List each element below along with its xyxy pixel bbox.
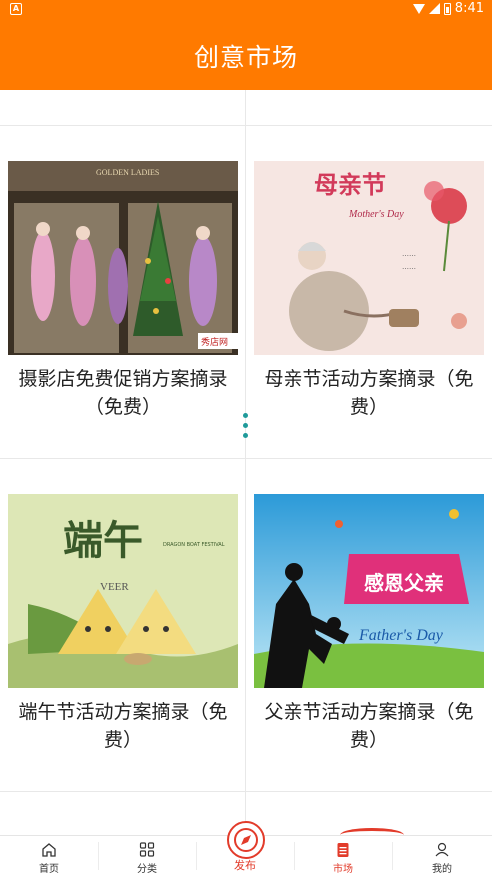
dragon-title-text: 端午 bbox=[63, 518, 143, 564]
shop-watermark-text: 秀店网 bbox=[201, 336, 228, 348]
fathers-sub-text: Father's Day bbox=[358, 627, 444, 644]
card-title: 父亲节活动方案摘录（免费） bbox=[264, 701, 474, 751]
grid-divider bbox=[0, 458, 492, 459]
card-title: 端午节活动方案摘录（免费） bbox=[18, 701, 228, 751]
tab-label: 我的 bbox=[432, 864, 452, 875]
document-icon bbox=[337, 843, 349, 857]
scroll-indicator bbox=[243, 413, 248, 443]
dragon-brand-text: VEER bbox=[100, 581, 129, 593]
battery-icon bbox=[443, 2, 451, 15]
fathers-title-text: 感恩父亲 bbox=[364, 571, 444, 595]
product-card[interactable]: 端午 DRAGON BOAT FESTIVAL VEER 端午节活动方案摘录（免… bbox=[0, 494, 246, 784]
card-image: GOLDEN LADIES 秀店网 bbox=[8, 161, 238, 355]
compass-icon bbox=[234, 828, 258, 852]
mothers-title-text: 母亲节 bbox=[314, 171, 386, 199]
mothers-sub-text: Mother's Day bbox=[348, 209, 404, 220]
card-image: 感恩父亲 Father's Day bbox=[254, 494, 484, 688]
signal-icon bbox=[428, 3, 440, 14]
tab-home[interactable]: 首页 bbox=[0, 836, 98, 876]
tab-label: 首页 bbox=[39, 864, 59, 875]
header: 创意市场 bbox=[0, 20, 492, 90]
tab-category[interactable]: 分类 bbox=[98, 836, 196, 876]
dragon-sub-text: DRAGON BOAT FESTIVAL bbox=[163, 542, 225, 548]
page-title: 创意市场 bbox=[193, 43, 298, 72]
grid-divider bbox=[0, 791, 492, 792]
profile-icon bbox=[435, 842, 449, 857]
app-notification-icon: A bbox=[10, 3, 22, 15]
status-icons: 8:41 bbox=[412, 1, 484, 16]
status-bar: A 8:41 bbox=[0, 0, 492, 20]
product-card[interactable]: GOLDEN LADIES 秀店网 摄影店免费促销方案摘录（免费） bbox=[0, 161, 246, 451]
card-image: 母亲节 Mother's Day …… …… bbox=[254, 161, 484, 355]
tab-label: 市场 bbox=[333, 864, 353, 875]
svg-text:……: …… bbox=[402, 263, 416, 271]
home-icon bbox=[42, 843, 56, 857]
publish-button[interactable] bbox=[227, 821, 265, 859]
shop-sign-text: GOLDEN LADIES bbox=[96, 168, 159, 177]
wifi-icon bbox=[412, 3, 425, 14]
svg-text:……: …… bbox=[402, 250, 416, 258]
tab-label: 分类 bbox=[137, 864, 157, 875]
tab-market[interactable]: 市场 bbox=[294, 836, 392, 876]
tab-profile[interactable]: 我的 bbox=[392, 836, 492, 876]
product-card[interactable]: 感恩父亲 Father's Day 父亲节活动方案摘录（免费） bbox=[246, 494, 492, 784]
card-title: 母亲节活动方案摘录（免费） bbox=[264, 368, 474, 418]
publish-label[interactable]: 发布 bbox=[196, 857, 294, 873]
grid-divider bbox=[0, 125, 492, 126]
clock: 8:41 bbox=[454, 1, 484, 16]
category-grid-icon bbox=[139, 842, 155, 857]
product-card[interactable]: 母亲节 Mother's Day …… …… 母亲节活动方案摘录（免费） bbox=[246, 161, 492, 451]
card-image: 端午 DRAGON BOAT FESTIVAL VEER bbox=[8, 494, 238, 688]
card-title: 摄影店免费促销方案摘录（免费） bbox=[18, 368, 228, 418]
